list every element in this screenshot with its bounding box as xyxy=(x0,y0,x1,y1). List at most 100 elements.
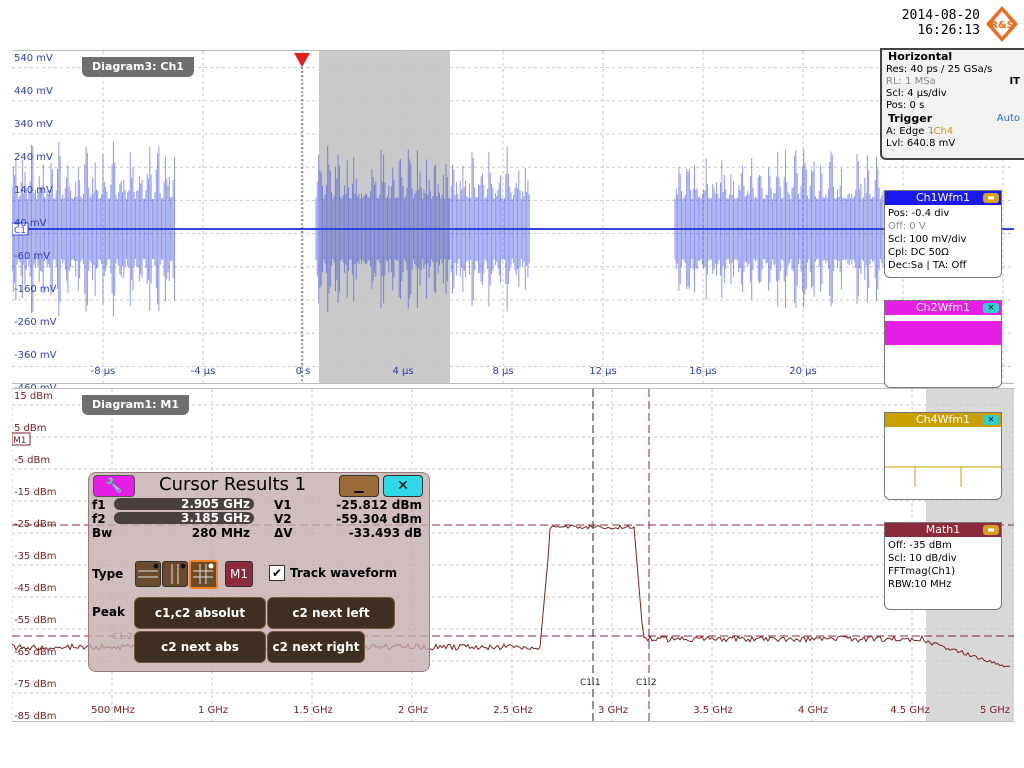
y-tick-label: -35 dBm xyxy=(14,551,68,563)
info-line: Off: 0 V xyxy=(888,220,998,233)
minimize-icon[interactable]: ▬ xyxy=(983,193,999,203)
interleave-badge: IT xyxy=(1009,76,1020,88)
trigger-level: Lvl: 640.8 mV xyxy=(882,138,1024,150)
c2-next-right-button[interactable]: c2 next right xyxy=(267,631,365,663)
y-tick-label: -25 dBm xyxy=(14,519,68,531)
horizontal-title: Horizontal xyxy=(882,50,1024,64)
math1-panel[interactable]: Math1 ▬ Off: -35 dBm Scl: 10 dB/div FFTmag… xyxy=(884,522,1002,610)
close-icon[interactable]: ✕ xyxy=(383,475,423,497)
close-icon[interactable]: ✕ xyxy=(983,303,999,313)
time: 16:26:13 xyxy=(880,23,980,38)
ch1wfm-panel[interactable]: Ch1Wfm1 ▬ Pos: -0.4 div Off: 0 V Scl: 100 … xyxy=(884,190,1002,278)
x-tick-label: 20 µs xyxy=(789,366,816,377)
y-tick-label: 5 dBm xyxy=(14,423,68,435)
y-tick-label: -160 mV xyxy=(14,284,68,296)
x-tick-label: 12 µs xyxy=(589,366,616,377)
x-tick-label: 2.5 GHz xyxy=(493,705,533,716)
f1-value: 2.905 GHz xyxy=(114,498,254,510)
wrench-icon[interactable]: 🔧 xyxy=(93,475,135,497)
cursor-results-dialog[interactable]: 🔧 Cursor Results 1 ▁ ✕ f1 2.905 GHz f2 3… xyxy=(88,472,430,672)
y-tick-label: -15 dBm xyxy=(14,487,68,499)
x-tick-label: 16 µs xyxy=(689,366,716,377)
track-waveform-checkbox[interactable]: ✔ xyxy=(269,565,285,581)
date: 2014-08-20 xyxy=(880,8,980,23)
c2-next-left-button[interactable]: c2 next left xyxy=(267,597,395,629)
rs-logo: R&S xyxy=(984,4,1020,44)
info-line: Scl: 10 dB/div xyxy=(888,552,998,565)
horizontal-panel[interactable]: Horizontal Res: 40 ps / 25 GSa/s RL: 1 M… xyxy=(880,48,1024,160)
math1-header[interactable]: Math1 ▬ xyxy=(885,523,1001,537)
info-line: Dec:Sa | TA: Off xyxy=(888,259,998,272)
ch1wfm-header[interactable]: Ch1Wfm1 ▬ xyxy=(885,191,1001,205)
y-tick-label: -55 dBm xyxy=(14,615,68,627)
x-tick-label: 2 GHz xyxy=(398,705,428,716)
ch4wfm-panel[interactable]: Ch4Wfm1 ✕ xyxy=(884,412,1002,500)
svg-text:R&S: R&S xyxy=(990,20,1014,31)
info-line: Pos: -0.4 div xyxy=(888,207,998,220)
y-tick-label: -60 mV xyxy=(14,251,68,263)
ch4-thumbnail xyxy=(885,427,1001,497)
y-tick-label: -45 dBm xyxy=(14,583,68,595)
cursor-type-horizontal-icon[interactable] xyxy=(135,561,161,587)
c1c2-absolut-button[interactable]: c1,c2 absolut xyxy=(134,597,266,629)
ch1wfm-info: Pos: -0.4 div Off: 0 V Scl: 100 mV/div Cpl:… xyxy=(885,205,1001,274)
time-scale: Scl: 4 µs/div xyxy=(882,88,1024,100)
y-tick-label: -75 dBm xyxy=(14,679,68,691)
cursor-label-c11: C1.1 xyxy=(580,678,601,688)
y-tick-label: 40 mV xyxy=(14,218,68,230)
x-tick-label: 4 µs xyxy=(392,366,413,377)
v1-row: V1 -25.812 dBm xyxy=(274,498,422,512)
trigger-title: Trigger Auto xyxy=(882,112,1024,126)
bw-label: Bw xyxy=(92,526,112,540)
trigger-marker-icon xyxy=(294,53,310,67)
info-line: Scl: 100 mV/div xyxy=(888,233,998,246)
f2-value: 3.185 GHz xyxy=(114,512,254,524)
y-tick-label: -65 dBm xyxy=(14,647,68,659)
diagram1-tab[interactable]: Diagram1: M1 xyxy=(82,395,189,415)
cursor-label-c12: C1.2 xyxy=(636,678,657,688)
x-tick-label: 5 GHz xyxy=(980,705,1010,716)
record-length: RL: 1 MSa IT xyxy=(882,76,1024,88)
svg-text:M1: M1 xyxy=(13,436,27,446)
peak-label: Peak xyxy=(92,605,125,619)
trigger-source: A: Edge ⮧Ch4 xyxy=(882,126,1024,138)
f1-label: f1 xyxy=(92,498,106,512)
time-position: Pos: 0 s xyxy=(882,100,1024,112)
minimize-icon[interactable]: ▁ xyxy=(339,475,379,497)
minimize-icon[interactable]: ▬ xyxy=(983,525,999,535)
f2-label: f2 xyxy=(92,512,106,526)
ch2wfm-header[interactable]: Ch2Wfm1 ✕ xyxy=(885,301,1001,315)
trigger-mode: Auto xyxy=(997,112,1020,126)
dv-row: ΔV -33.493 dB xyxy=(274,526,422,540)
ch4wfm-header[interactable]: Ch4Wfm1 ✕ xyxy=(885,413,1001,427)
y-tick-label: 340 mV xyxy=(14,119,68,131)
source-m1-button[interactable]: M1 xyxy=(225,561,253,587)
y-tick-label: 15 dBm xyxy=(14,391,68,403)
y-tick-label: -85 dBm xyxy=(14,711,68,723)
x-tick-label: 8 µs xyxy=(492,366,513,377)
cursor-type-vertical-icon[interactable] xyxy=(162,561,188,587)
x-tick-label: 500 MHz xyxy=(91,705,135,716)
y-tick-label: 240 mV xyxy=(14,152,68,164)
close-icon[interactable]: ✕ xyxy=(983,415,999,425)
ch2wfm-panel[interactable]: Ch2Wfm1 ✕ xyxy=(884,300,1002,388)
y-tick-label: 540 mV xyxy=(14,53,68,65)
cursor-type-both-icon[interactable] xyxy=(189,560,218,589)
info-line: FFTmag(Ch1) xyxy=(888,565,998,578)
dialog-title: Cursor Results 1 xyxy=(159,473,306,497)
x-tick-label: 3 GHz xyxy=(598,705,628,716)
x-tick-label: -4 µs xyxy=(191,366,216,377)
diagram3[interactable]: C1 Diagram3: Ch1 xyxy=(12,50,1014,384)
x-tick-label: 4.5 GHz xyxy=(890,705,930,716)
c2-next-abs-button[interactable]: c2 next abs xyxy=(134,631,266,663)
diagram3-tab[interactable]: Diagram3: Ch1 xyxy=(82,57,194,77)
y-tick-label: 140 mV xyxy=(14,185,68,197)
diagram3-plot[interactable]: C1 xyxy=(12,51,1014,383)
ch2-thumbnail xyxy=(885,321,1001,345)
v2-row: V2 -59.304 dBm xyxy=(274,512,422,526)
info-line: Cpl: DC 50Ω xyxy=(888,246,998,259)
x-tick-label: -8 µs xyxy=(91,366,116,377)
y-tick-label: -5 dBm xyxy=(14,455,68,467)
bw-value: 280 MHz xyxy=(114,526,250,540)
x-tick-label: 1 GHz xyxy=(198,705,228,716)
